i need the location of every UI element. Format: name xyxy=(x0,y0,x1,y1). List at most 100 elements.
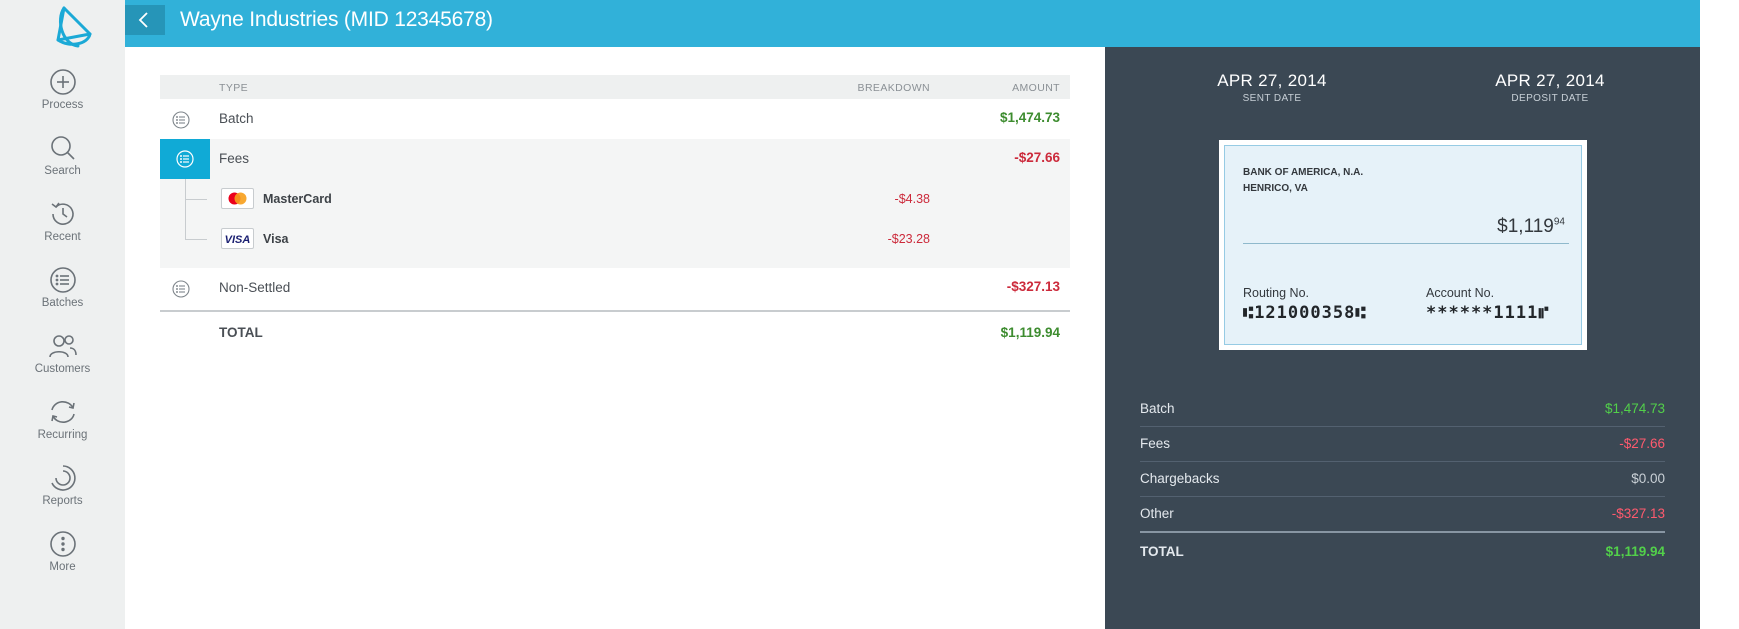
nav-customers-label: Customers xyxy=(34,363,91,375)
summary-total-value: $1,119.94 xyxy=(1605,544,1665,559)
reports-icon xyxy=(50,465,76,491)
refresh-icon xyxy=(50,400,75,424)
summary-value: -$327.13 xyxy=(1611,506,1665,521)
nav-search[interactable]: Search xyxy=(0,134,125,194)
summary-value: $0.00 xyxy=(1631,471,1665,486)
col-amount: AMOUNT xyxy=(1012,82,1060,94)
sent-date: APR 27, 2014 SENT DATE xyxy=(1172,71,1372,104)
table-header: TYPE BREAKDOWN AMOUNT xyxy=(160,75,1070,99)
svg-text:VISA: VISA xyxy=(225,234,251,246)
nav-recurring-label: Recurring xyxy=(37,429,88,441)
fee-card-name: Visa xyxy=(263,232,289,246)
summary-label: Fees xyxy=(1140,436,1171,451)
plus-circle-icon xyxy=(49,69,76,95)
row-type: Batch xyxy=(219,111,254,126)
nav-customers[interactable]: Customers xyxy=(0,332,125,392)
list-circle-icon[interactable] xyxy=(172,111,190,129)
deposit-date: APR 27, 2014 DEPOSIT DATE xyxy=(1450,71,1650,104)
fee-card-amount: -$23.28 xyxy=(887,232,930,246)
check-body: BANK OF AMERICA, N.A. HENRICO, VA $1,119… xyxy=(1224,145,1582,345)
page-title: Wayne Industries (MID 12345678) xyxy=(180,8,493,31)
fee-card-amount: -$4.38 xyxy=(894,192,930,206)
nav-recent[interactable]: Recent xyxy=(0,200,125,260)
table-total-row: TOTAL $1,119.94 xyxy=(160,310,1070,350)
summary-label: Chargebacks xyxy=(1140,471,1220,486)
deposit-panel: APR 27, 2014 SENT DATE APR 27, 2014 DEPO… xyxy=(1105,47,1700,629)
summary-row-fees: Fees -$27.66 xyxy=(1140,427,1665,462)
users-icon xyxy=(48,335,77,358)
col-type: TYPE xyxy=(219,82,249,94)
bank-name: BANK OF AMERICA, N.A. xyxy=(1243,167,1364,178)
check-amount-cents: 94 xyxy=(1553,216,1565,228)
nav-more[interactable]: More xyxy=(0,530,125,590)
check-bank: BANK OF AMERICA, N.A. HENRICO, VA xyxy=(1243,165,1363,197)
fee-item-visa[interactable]: VISA Visa -$23.28 xyxy=(160,219,1070,259)
summary-row-batch: Batch $1,474.73 xyxy=(1140,392,1665,427)
routing-label: Routing No. xyxy=(1243,286,1310,300)
summary-row-other: Other -$327.13 xyxy=(1140,497,1665,531)
summary-total-row: TOTAL $1,119.94 xyxy=(1140,531,1665,569)
nav-recurring[interactable]: Recurring xyxy=(0,398,125,458)
row-type: Fees xyxy=(219,151,250,166)
nav-reports[interactable]: Reports xyxy=(0,464,125,524)
app-logo-icon[interactable] xyxy=(52,4,96,50)
chevron-left-icon xyxy=(138,12,148,28)
sidebar: Process Search Recent Batches Customers … xyxy=(0,0,125,629)
list-circle-icon[interactable] xyxy=(172,280,190,298)
breakdown-table: TYPE BREAKDOWN AMOUNT Batch $1,474.73 Fe… xyxy=(160,75,1070,350)
nav-batches[interactable]: Batches xyxy=(0,266,125,326)
check-amount-main: $1,119 xyxy=(1497,216,1554,237)
mastercard-icon xyxy=(221,188,254,209)
list-circle-icon xyxy=(176,150,194,168)
row-type: Non-Settled xyxy=(219,280,291,295)
deposit-check-image[interactable]: BANK OF AMERICA, N.A. HENRICO, VA $1,119… xyxy=(1219,140,1587,350)
search-icon xyxy=(50,136,75,160)
fee-card-name: MasterCard xyxy=(263,192,332,206)
row-amount: -$327.13 xyxy=(1006,279,1060,294)
nav-process[interactable]: Process xyxy=(0,68,125,128)
check-divider xyxy=(1243,243,1569,244)
fees-group: Fees -$27.66 MasterCard -$4.38 VISA Visa… xyxy=(160,139,1070,268)
nav-recent-label: Recent xyxy=(44,231,81,243)
deposit-summary: Batch $1,474.73 Fees -$27.66 Chargebacks… xyxy=(1140,392,1665,569)
deposit-date-label: DEPOSIT DATE xyxy=(1511,93,1589,104)
bank-location: HENRICO, VA xyxy=(1243,183,1308,194)
routing-number: ⑆121000358⑆ xyxy=(1243,303,1367,323)
list-circle-icon xyxy=(49,267,76,293)
row-amount: $1,474.73 xyxy=(999,110,1060,125)
tree-branch xyxy=(185,239,207,240)
table-row-non-settled[interactable]: Non-Settled -$327.13 xyxy=(160,268,1070,310)
row-amount: -$27.66 xyxy=(1014,150,1060,165)
sent-date-label: SENT DATE xyxy=(1242,93,1302,104)
summary-value: -$27.66 xyxy=(1619,436,1665,451)
total-amount: $1,119.94 xyxy=(1000,325,1060,340)
summary-row-chargebacks: Chargebacks $0.00 xyxy=(1140,462,1665,497)
account-number: ******1111⑈ xyxy=(1426,303,1550,323)
nav-process-label: Process xyxy=(41,99,84,111)
visa-icon: VISA xyxy=(221,228,254,249)
tree-branch xyxy=(185,199,207,200)
check-amount: $1,11994 xyxy=(1497,216,1565,238)
table-row-batch[interactable]: Batch $1,474.73 xyxy=(160,99,1070,139)
account-label: Account No. xyxy=(1426,286,1495,300)
summary-label: Batch xyxy=(1140,401,1175,416)
summary-label: Other xyxy=(1140,506,1174,521)
nav-batches-label: Batches xyxy=(41,297,84,309)
total-label: TOTAL xyxy=(219,325,263,340)
back-button[interactable] xyxy=(125,5,165,35)
header-bar: Wayne Industries (MID 12345678) xyxy=(125,0,1700,47)
main-content: TYPE BREAKDOWN AMOUNT Batch $1,474.73 Fe… xyxy=(125,47,1105,629)
deposit-date-value: APR 27, 2014 xyxy=(1495,71,1605,90)
more-icon xyxy=(49,531,76,557)
col-breakdown: BREAKDOWN xyxy=(857,82,930,94)
nav-reports-label: Reports xyxy=(42,495,83,507)
summary-total-label: TOTAL xyxy=(1140,544,1184,559)
nav-search-label: Search xyxy=(44,165,81,177)
expand-fees-button[interactable] xyxy=(160,139,210,179)
history-icon xyxy=(51,202,74,225)
sent-date-value: APR 27, 2014 xyxy=(1217,71,1327,90)
summary-value: $1,474.73 xyxy=(1604,401,1665,416)
fee-item-mastercard[interactable]: MasterCard -$4.38 xyxy=(160,179,1070,219)
nav-more-label: More xyxy=(49,561,76,573)
table-row-fees[interactable]: Fees -$27.66 xyxy=(160,139,1070,179)
